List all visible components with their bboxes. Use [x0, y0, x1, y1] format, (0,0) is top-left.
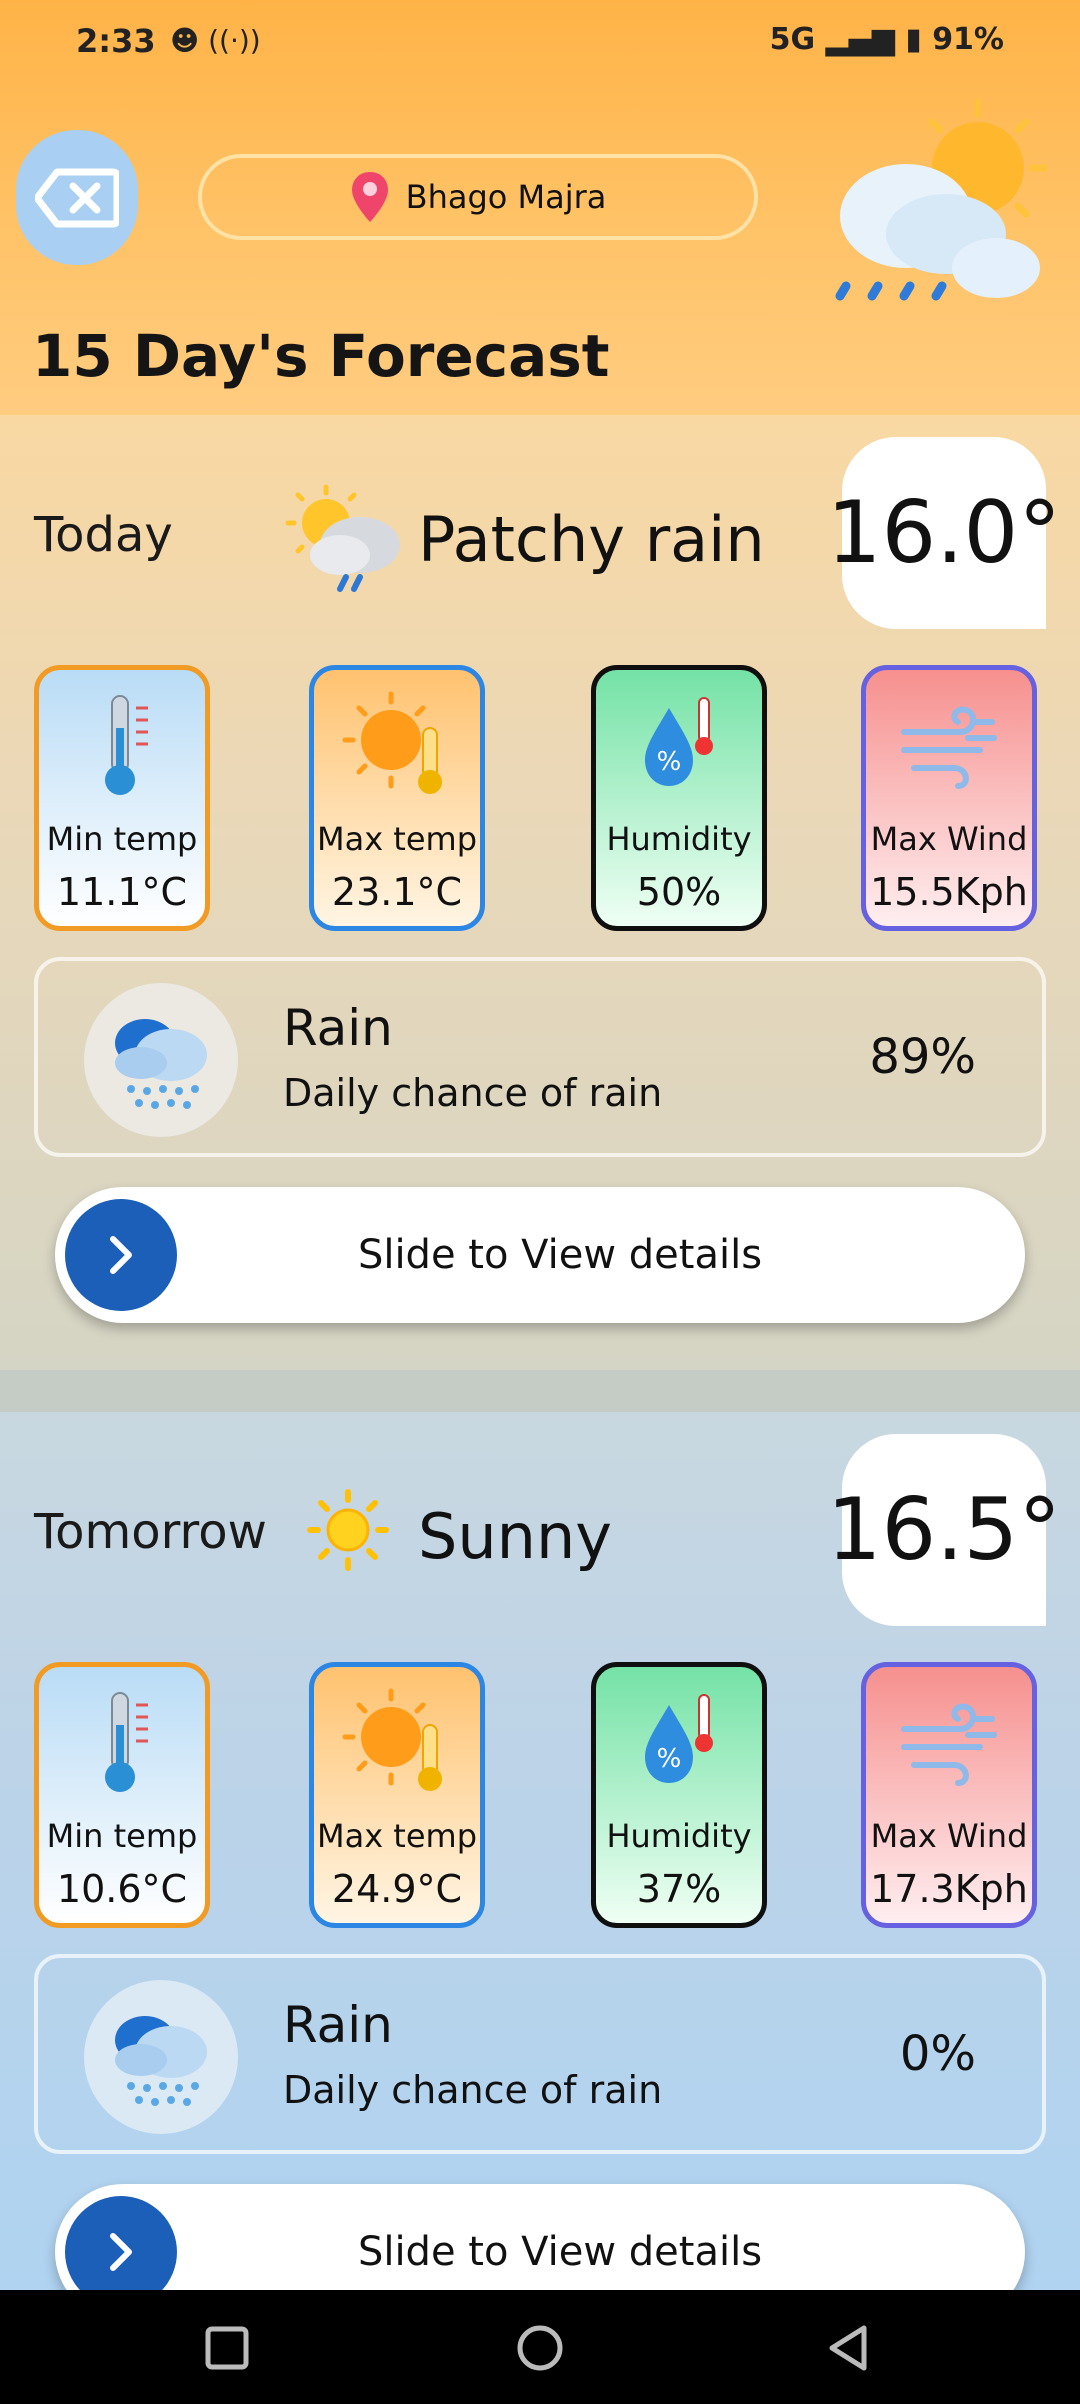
- max-wind-card: Max Wind 15.5Kph: [861, 665, 1037, 931]
- max-temp-card: Max temp 23.1°C: [309, 665, 485, 931]
- rain-subtitle: Daily chance of rain: [283, 2068, 663, 2112]
- day-card-tomorrow: Tomorrow Sunny 16.5° Min temp 10.6°C Max…: [0, 1412, 1080, 2320]
- stat-value: 37%: [636, 1867, 722, 1911]
- system-navigation-bar: [0, 2290, 1080, 2404]
- stat-label: Min temp: [46, 1817, 198, 1855]
- rain-card: Rain Daily chance of rain 89%: [34, 957, 1046, 1157]
- rain-title: Rain: [283, 1996, 393, 2054]
- day-card-today: Today Patchy rain 16.0° Min temp 11.1°C: [0, 415, 1080, 1370]
- location-pin-icon: [351, 172, 388, 222]
- stat-value: 50%: [636, 870, 722, 914]
- thermometer-icon: [105, 1692, 148, 1792]
- stat-label: Max temp: [316, 1817, 478, 1855]
- stat-label: Max temp: [316, 820, 478, 858]
- signal-icon: ▂▄▆: [825, 22, 906, 57]
- battery-level: 91%: [932, 22, 1004, 57]
- humidity-card: % Humidity 50%: [591, 665, 767, 931]
- status-time: 2:33: [76, 22, 156, 60]
- stat-label: Max Wind: [870, 820, 1028, 858]
- stat-value: 15.5Kph: [870, 870, 1028, 914]
- rain-subtitle: Daily chance of rain: [283, 1071, 663, 1115]
- thermometer-icon: [105, 695, 148, 795]
- temperature-display: 16.0°: [827, 437, 1061, 629]
- back-button[interactable]: [16, 130, 138, 265]
- rain-icon-circle: [84, 983, 238, 1137]
- rain-cloud-icon: [115, 1019, 207, 1109]
- temperature-display: 16.5°: [827, 1434, 1061, 1626]
- slide-to-view-details[interactable]: Slide to View details: [55, 1187, 1025, 1323]
- svg-text:%: %: [657, 1744, 682, 1774]
- stat-value: 10.6°C: [56, 1867, 188, 1911]
- min-temp-card: Min temp 11.1°C: [34, 665, 210, 931]
- patchy-rain-icon: [285, 484, 400, 592]
- rain-title: Rain: [283, 999, 393, 1057]
- day-label: Today: [34, 507, 173, 563]
- location-selector[interactable]: Bhago Majra: [198, 154, 758, 240]
- battery-icon: ▮: [905, 22, 922, 57]
- rain-icon-circle: [84, 1980, 238, 2134]
- stat-value: 24.9°C: [331, 1867, 463, 1911]
- humidity-icon: %: [645, 1694, 713, 1783]
- min-temp-card: Min temp 10.6°C: [34, 1662, 210, 1928]
- wind-icon: [901, 706, 997, 789]
- condition-text: Sunny: [418, 1500, 612, 1573]
- rain-card: Rain Daily chance of rain 0%: [34, 1954, 1046, 2154]
- location-name: Bhago Majra: [405, 178, 607, 216]
- slider-knob[interactable]: [65, 1199, 177, 1311]
- stat-label: Humidity: [606, 1817, 752, 1855]
- day-label: Tomorrow: [34, 1504, 267, 1560]
- stat-label: Min temp: [46, 820, 198, 858]
- stat-value: 23.1°C: [331, 870, 463, 914]
- max-wind-card: Max Wind 17.3Kph: [861, 1662, 1037, 1928]
- stat-label: Humidity: [606, 820, 752, 858]
- stat-value: 11.1°C: [56, 870, 188, 914]
- hot-temperature-icon: [342, 691, 442, 794]
- rain-chance: 89%: [869, 1029, 976, 1085]
- chevron-right-icon: [110, 2233, 132, 2271]
- header: 2:33 ☻ ((·)) 5G ▂▄▆ ▮ 91% Bhago Majra 15…: [0, 0, 1080, 415]
- network-icon: 5G: [769, 22, 816, 57]
- page-title: 15 Day's Forecast: [32, 322, 610, 390]
- weather-header-icon: [835, 98, 1048, 301]
- stat-label: Max Wind: [870, 1817, 1028, 1855]
- home-icon[interactable]: [516, 2324, 564, 2372]
- condition-text: Patchy rain: [418, 503, 765, 576]
- chevron-right-icon: [110, 1236, 132, 1274]
- sunny-icon: [307, 1489, 389, 1571]
- section-divider: [0, 1370, 1080, 1412]
- rain-cloud-icon: [115, 2016, 207, 2106]
- recents-icon[interactable]: [205, 2326, 249, 2370]
- notification-icons: ☻ ((·)): [170, 24, 261, 57]
- slider-label: Slide to View details: [357, 1232, 763, 1278]
- status-bar: 2:33 ☻ ((·)) 5G ▂▄▆ ▮ 91%: [0, 0, 1080, 90]
- rain-chance: 0%: [899, 2026, 976, 2082]
- humidity-icon: %: [645, 697, 713, 786]
- max-temp-card: Max temp 24.9°C: [309, 1662, 485, 1928]
- backspace-icon: [35, 168, 119, 227]
- svg-text:%: %: [657, 747, 682, 777]
- back-nav-icon[interactable]: [826, 2324, 870, 2372]
- status-indicators: 5G ▂▄▆ ▮ 91%: [770, 22, 1004, 57]
- wind-icon: [901, 1703, 997, 1786]
- hot-temperature-icon: [342, 1688, 442, 1791]
- stat-value: 17.3Kph: [870, 1867, 1028, 1911]
- humidity-card: % Humidity 37%: [591, 1662, 767, 1928]
